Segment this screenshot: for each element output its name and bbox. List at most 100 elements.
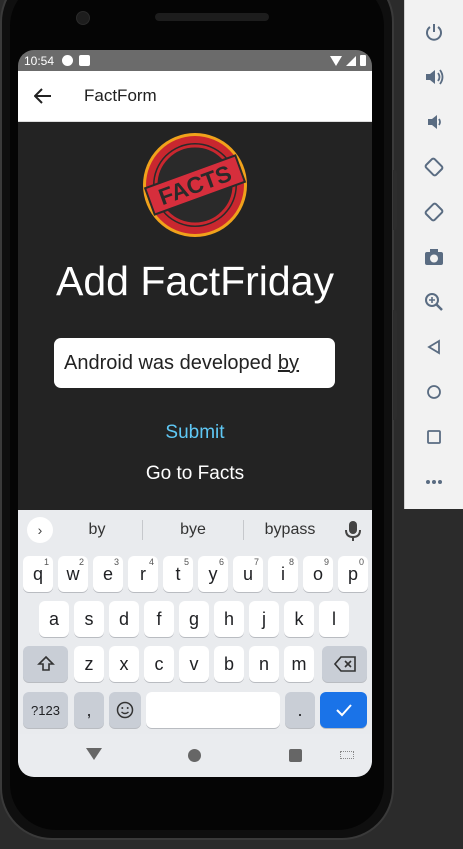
key-label: m [291,653,307,674]
key-label: b [223,653,234,674]
emoji-key[interactable] [109,692,141,728]
volume-rocker [393,170,397,230]
key-n[interactable]: n [249,646,279,682]
nav-back-icon[interactable] [86,748,102,760]
power-icon[interactable] [422,20,446,44]
key-label: y [208,563,218,584]
app-title: FactForm [84,86,157,105]
key-label: d [118,608,129,629]
key-label: c [154,653,164,674]
sd-card-icon [79,55,91,66]
checkmark-icon [335,704,352,717]
key-b[interactable]: b [214,646,244,682]
key-j[interactable]: j [249,601,279,637]
key-z[interactable]: z [74,646,104,682]
key-r[interactable]: r4 [128,556,158,592]
home-icon[interactable] [422,380,446,404]
backspace-icon [333,656,356,672]
key-c[interactable]: c [144,646,174,682]
suggestion-divider [142,520,143,540]
nav-home-icon[interactable] [188,749,201,762]
earpiece-speaker [155,13,269,21]
keyboard-switch-icon[interactable] [340,751,354,759]
key-q[interactable]: q1 [23,556,53,592]
key-label: f [156,608,162,629]
key-p[interactable]: p0 [338,556,368,592]
front-camera [76,11,90,25]
rotate-right-icon[interactable] [422,200,446,224]
symbols-key[interactable]: ?123 [23,692,68,728]
key-k[interactable]: k [284,601,314,637]
suggestion-1[interactable]: by [52,521,142,539]
key-label: e [102,563,113,584]
period-key[interactable]: . [285,692,315,728]
wifi-icon [330,55,342,66]
mic-icon[interactable] [344,520,362,542]
key-f[interactable]: f [144,601,174,637]
key-a[interactable]: a [39,601,69,637]
key-label: l [332,608,336,629]
key-label: i [281,563,285,584]
status-bar: 10:54 [18,50,372,71]
key-hint: 9 [323,557,329,567]
key-o[interactable]: o9 [303,556,333,592]
key-hint: 6 [218,557,224,567]
submit-button[interactable]: Submit [18,422,372,444]
key-label: h [223,608,234,629]
go-to-facts-button[interactable]: Go to Facts [18,463,372,485]
status-time: 10:54 [24,53,55,68]
back-button[interactable] [20,73,66,119]
key-hint: 5 [183,557,189,567]
shift-key[interactable] [23,646,68,682]
back-icon[interactable] [422,335,446,359]
nav-recents-icon[interactable] [289,749,302,762]
key-d[interactable]: d [109,601,139,637]
suggestion-3[interactable]: bypass [245,521,335,539]
volume-up-icon[interactable] [422,65,446,89]
key-label: o [312,563,323,584]
key-y[interactable]: y6 [198,556,228,592]
camera-icon[interactable] [422,245,446,269]
key-s[interactable]: s [74,601,104,637]
key-hint: 3 [113,557,119,567]
key-hint: 0 [358,557,364,567]
fact-input[interactable]: Android was developed by [54,338,335,388]
key-t[interactable]: t5 [163,556,193,592]
chevron-right-icon: › [37,522,43,538]
key-label: v [189,653,199,674]
signal-icon [346,55,356,66]
expand-toolbar-button[interactable]: › [27,517,53,543]
suggestion-2[interactable]: bye [148,521,238,539]
zoom-icon[interactable] [422,290,446,314]
comma-key[interactable]: , [74,692,104,728]
key-hint: 8 [288,557,294,567]
battery-icon [360,55,366,66]
device-screen: 10:54 FactForm FACTS Add FactFriday Andr… [18,50,372,777]
space-key[interactable] [146,692,280,728]
key-label: a [48,608,59,629]
key-h[interactable]: h [214,601,244,637]
key-label: w [66,563,80,584]
rotate-left-icon[interactable] [422,155,446,179]
enter-key[interactable] [320,692,367,728]
key-w[interactable]: w2 [58,556,88,592]
key-v[interactable]: v [179,646,209,682]
backspace-key[interactable] [322,646,367,682]
volume-down-icon[interactable] [422,110,446,134]
key-e[interactable]: e3 [93,556,123,592]
key-label: q [32,563,43,584]
key-l[interactable]: l [319,601,349,637]
suggestion-strip: › by bye bypass [18,510,372,550]
key-label: x [119,653,129,674]
shift-icon [36,655,55,671]
key-m[interactable]: m [284,646,314,682]
more-icon[interactable] [422,470,446,494]
key-x[interactable]: x [109,646,139,682]
overview-icon[interactable] [422,425,446,449]
soft-keyboard: › by bye bypass q1w2e3r4t5y6u7i8o9p0 asd… [18,510,372,734]
fact-input-composing-word: by [277,351,300,374]
key-i[interactable]: i8 [268,556,298,592]
key-u[interactable]: u7 [233,556,263,592]
key-g[interactable]: g [179,601,209,637]
key-label: s [84,608,94,629]
